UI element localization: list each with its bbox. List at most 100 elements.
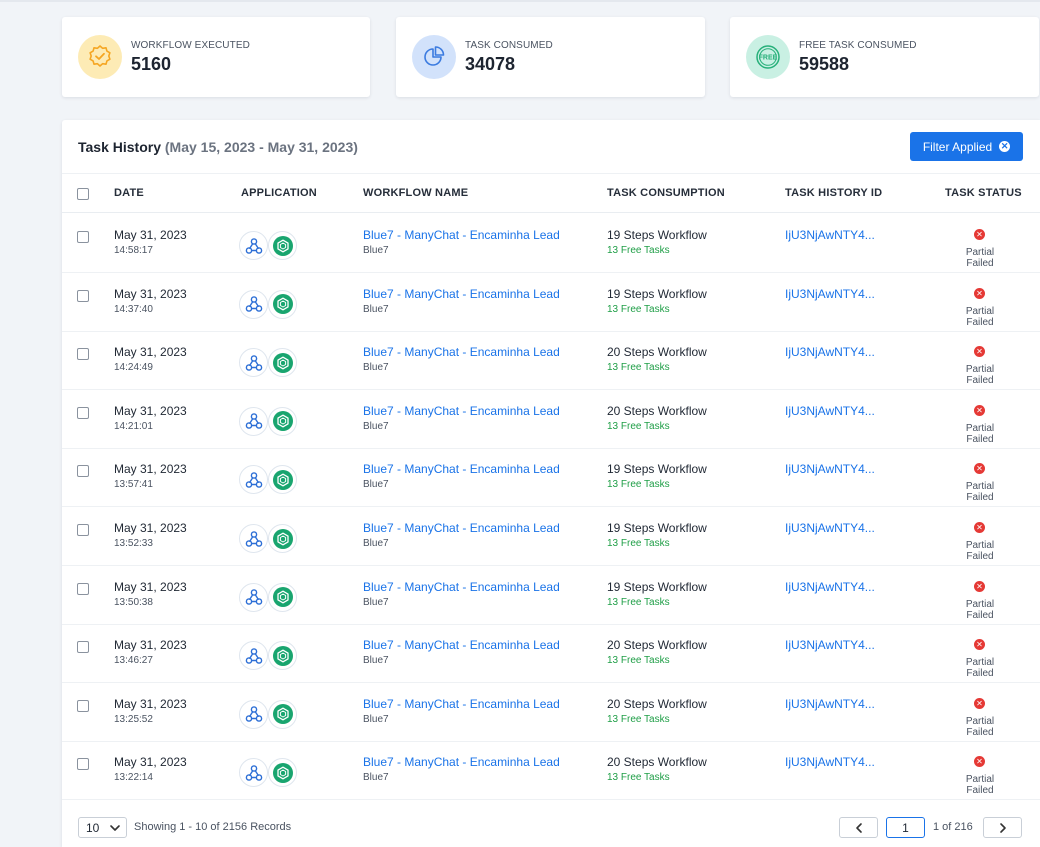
stat-card-free-task-consumed: FREE FREE TASK CONSUMED 59588 [730,17,1039,97]
column-task-consumption[interactable]: TASK CONSUMPTION [607,187,725,199]
task-history-id-link[interactable]: IjU3NjAwNTY4... [785,228,875,242]
status-badge: Partial Failed [965,774,995,797]
task-history-id-link[interactable]: IjU3NjAwNTY4... [785,345,875,359]
workflow-name-link[interactable]: Blue7 - ManyChat - Encaminha Lead [363,287,560,301]
row-time: 13:57:41 [114,479,153,491]
task-steps: 19 Steps Workflow [607,286,707,301]
free-tasks: 13 Free Tasks [607,362,670,374]
failed-x-icon: ✕ [974,287,985,299]
row-date: May 31, 2023 [114,579,187,594]
task-history-id-link[interactable]: IjU3NjAwNTY4... [785,287,875,301]
column-task-history-id[interactable]: TASK HISTORY ID [785,187,882,199]
task-steps: 20 Steps Workflow [607,696,707,711]
workflow-name-link[interactable]: Blue7 - ManyChat - Encaminha Lead [363,638,560,652]
chatgpt-icon [268,641,297,671]
task-history-id-link[interactable]: IjU3NjAwNTY4... [785,755,875,769]
workflow-name-link[interactable]: Blue7 - ManyChat - Encaminha Lead [363,697,560,711]
top-divider [0,0,1040,2]
table-row[interactable]: May 31, 2023 13:50:38 Blue7 - ManyChat -… [62,566,1040,625]
table-row[interactable]: May 31, 2023 14:37:40 Blue7 - ManyChat -… [62,273,1040,332]
free-tasks: 13 Free Tasks [607,772,670,784]
workflow-owner: Blue7 [363,538,389,549]
status-badge: Partial Failed [965,657,995,680]
failed-x-icon: ✕ [974,756,985,768]
row-checkbox[interactable] [77,406,89,419]
table-row[interactable]: May 31, 2023 13:57:41 Blue7 - ManyChat -… [62,448,1040,508]
row-checkbox[interactable] [77,758,89,771]
column-date[interactable]: DATE [114,187,144,199]
table-row[interactable]: May 31, 2023 13:22:14 Blue7 - ManyChat -… [62,741,1040,801]
row-date: May 31, 2023 [114,462,187,477]
workflow-name-link[interactable]: Blue7 - ManyChat - Encaminha Lead [363,755,560,769]
row-time: 14:37:40 [114,303,153,315]
table-row[interactable]: May 31, 2023 14:58:17 Blue7 - ManyChat -… [62,214,1040,273]
task-steps: 20 Steps Workflow [607,755,707,770]
task-history-panel: Task History (May 15, 2023 - May 31, 202… [62,120,1040,847]
task-history-id-link[interactable]: IjU3NjAwNTY4... [785,521,875,535]
workflow-owner: Blue7 [363,655,389,667]
row-checkbox[interactable] [77,231,89,243]
row-checkbox[interactable] [77,582,89,595]
filter-applied-button[interactable]: Filter Applied ✕ [910,132,1023,161]
task-steps: 19 Steps Workflow [607,228,707,242]
row-checkbox[interactable] [77,699,89,712]
current-page-input[interactable]: 1 [886,817,925,838]
webhook-icon [239,582,268,612]
workflow-name-link[interactable]: Blue7 - ManyChat - Encaminha Lead [363,345,560,359]
column-task-status[interactable]: TASK STATUS [945,187,1022,199]
workflow-name-link[interactable]: Blue7 - ManyChat - Encaminha Lead [363,521,560,535]
table-row[interactable]: May 31, 2023 13:46:27 Blue7 - ManyChat -… [62,624,1040,684]
free-tasks: 13 Free Tasks [607,538,670,549]
chatgpt-icon [268,406,297,436]
records-summary: Showing 1 - 10 of 2156 Records [134,821,292,833]
webhook-icon [239,231,268,260]
stat-label: FREE TASK CONSUMED [799,39,917,51]
row-time: 13:50:38 [114,596,153,608]
chatgpt-icon [268,289,297,319]
chatgpt-icon [268,524,297,553]
stat-value: 59588 [799,53,850,74]
table-row[interactable]: May 31, 2023 13:25:52 Blue7 - ManyChat -… [62,683,1040,742]
workflow-owner: Blue7 [363,596,389,608]
panel-header: Task History (May 15, 2023 - May 31, 202… [62,120,1040,174]
row-time: 14:24:49 [114,362,153,374]
free-tasks: 13 Free Tasks [607,303,670,315]
task-history-id-link[interactable]: IjU3NjAwNTY4... [785,580,875,594]
previous-page-button[interactable] [839,817,878,838]
workflow-name-link[interactable]: Blue7 - ManyChat - Encaminha Lead [363,404,560,418]
row-checkbox[interactable] [77,524,89,536]
row-checkbox[interactable] [77,348,89,361]
webhook-icon [239,348,268,378]
column-workflow-name[interactable]: WORKFLOW NAME [363,187,468,199]
free-tasks: 13 Free Tasks [607,713,670,725]
chevron-right-icon [999,822,1006,833]
task-history-id-link[interactable]: IjU3NjAwNTY4... [785,462,875,476]
workflow-owner: Blue7 [363,303,389,315]
row-checkbox[interactable] [77,289,89,302]
chatgpt-icon [268,758,297,788]
row-checkbox[interactable] [77,641,89,654]
table-row[interactable]: May 31, 2023 14:21:01 Blue7 - ManyChat -… [62,390,1040,449]
date-range: (May 15, 2023 - May 31, 2023) [164,139,358,155]
free-tasks: 13 Free Tasks [607,479,670,491]
workflow-name-link[interactable]: Blue7 - ManyChat - Encaminha Lead [363,580,560,594]
page-size-select[interactable]: 10 [78,817,127,838]
next-page-button[interactable] [983,817,1022,838]
failed-x-icon: ✕ [974,639,985,651]
column-application[interactable]: APPLICATION [241,187,317,199]
workflow-name-link[interactable]: Blue7 - ManyChat - Encaminha Lead [363,228,560,242]
select-all-checkbox[interactable] [77,188,89,200]
webhook-icon [239,641,268,671]
workflow-name-link[interactable]: Blue7 - ManyChat - Encaminha Lead [363,462,560,476]
row-time: 13:52:33 [114,538,153,549]
task-history-id-link[interactable]: IjU3NjAwNTY4... [785,697,875,711]
row-checkbox[interactable] [77,465,89,478]
workflow-owner: Blue7 [363,479,389,491]
table-row[interactable]: May 31, 2023 13:52:33 Blue7 - ManyChat -… [62,507,1040,566]
row-date: May 31, 2023 [114,228,187,242]
close-icon[interactable]: ✕ [999,141,1011,152]
task-history-id-link[interactable]: IjU3NjAwNTY4... [785,404,875,418]
table-row[interactable]: May 31, 2023 14:24:49 Blue7 - ManyChat -… [62,331,1040,391]
status-badge: Partial Failed [965,305,995,328]
task-history-id-link[interactable]: IjU3NjAwNTY4... [785,638,875,652]
